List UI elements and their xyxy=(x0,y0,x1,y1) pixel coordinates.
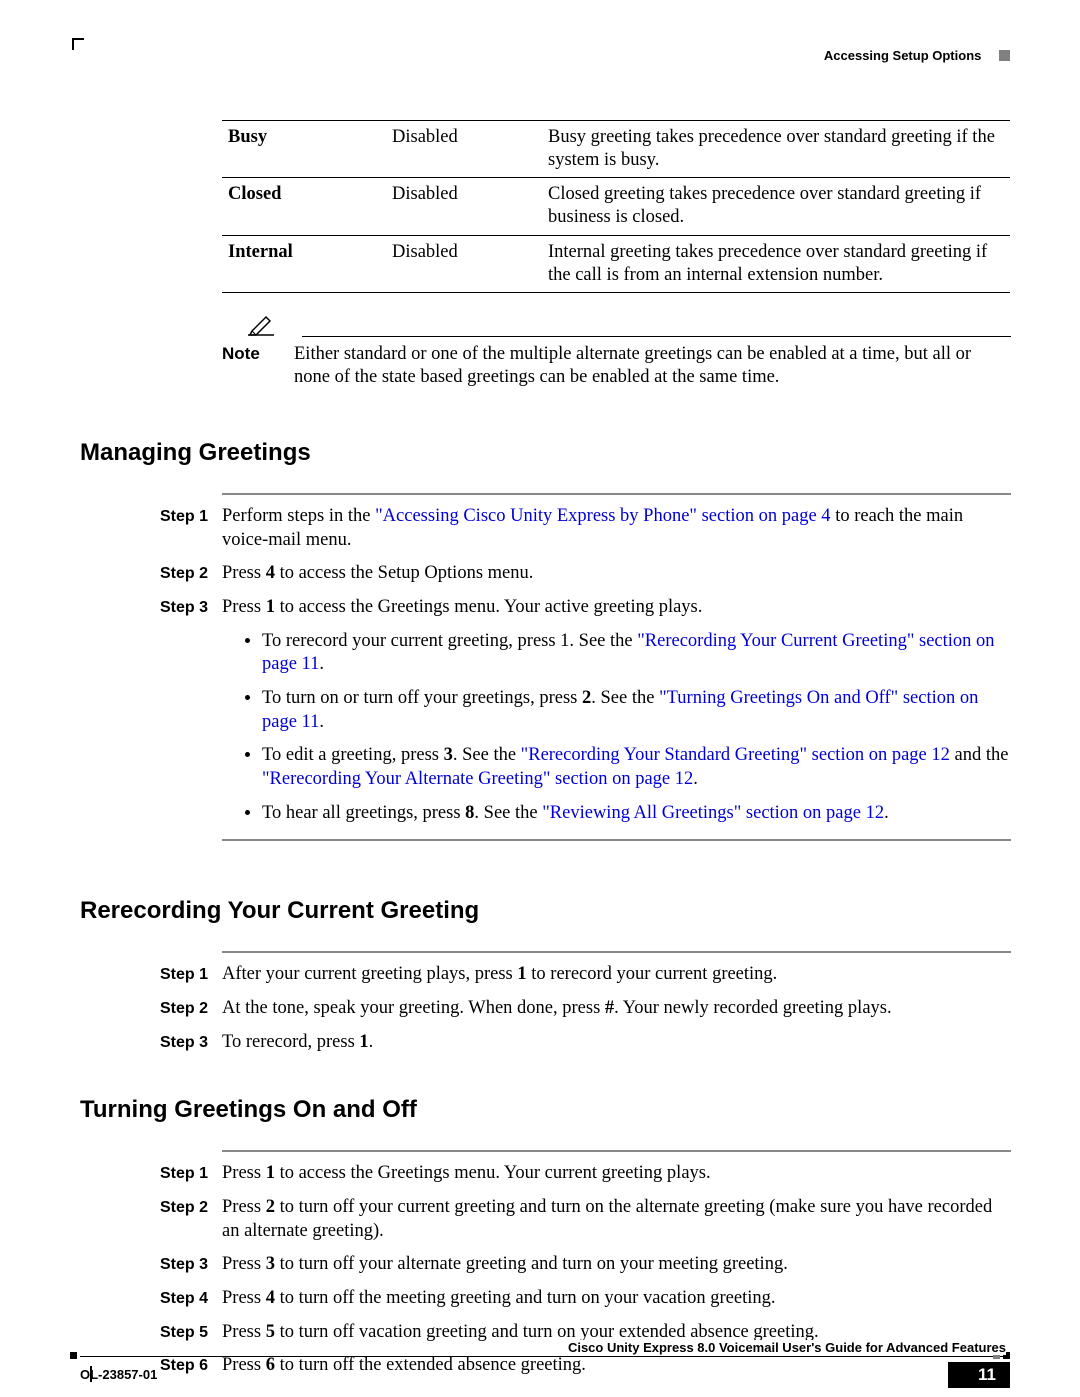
step-row: Step 4 Press 4 to turn off the meeting g… xyxy=(160,1287,1010,1311)
step-body: Press 1 to access the Greetings menu. Yo… xyxy=(222,1162,1010,1186)
link-review-all[interactable]: "Reviewing All Greetings" section on pag… xyxy=(542,803,884,823)
step-label: Step 1 xyxy=(160,1162,222,1184)
list-item: To hear all greetings, press 8. See the … xyxy=(262,802,1010,826)
step-label: Step 2 xyxy=(160,562,222,584)
link-accessing-by-phone[interactable]: "Accessing Cisco Unity Express by Phone"… xyxy=(375,506,830,526)
greeting-name: Busy xyxy=(222,121,386,178)
step-label: Step 3 xyxy=(160,596,222,618)
link-rerecord-standard[interactable]: "Rerecording Your Standard Greeting" sec… xyxy=(521,745,950,765)
step-row: Step 6 Press 6 to turn off the extended … xyxy=(160,1354,1010,1378)
greeting-state: Disabled xyxy=(386,178,542,235)
step-row: Step 1 After your current greeting plays… xyxy=(160,963,1010,987)
page-number: 11 xyxy=(948,1362,1010,1388)
table-row: Closed Disabled Closed greeting takes pr… xyxy=(222,178,1010,235)
step-body: Press 3 to turn off your alternate greet… xyxy=(222,1253,1010,1277)
step-label: Step 4 xyxy=(160,1287,222,1309)
list-item: To turn on or turn off your greetings, p… xyxy=(262,687,1010,734)
table-row: Busy Disabled Busy greeting takes preced… xyxy=(222,121,1010,178)
step-body: Perform steps in the "Accessing Cisco Un… xyxy=(222,505,1010,552)
step-row: Step 1 Perform steps in the "Accessing C… xyxy=(160,505,1010,552)
pencil-icon xyxy=(246,313,276,344)
footer-book-title: Cisco Unity Express 8.0 Voicemail User's… xyxy=(560,1340,1006,1355)
step-row: Step 3 To rerecord, press 1. xyxy=(160,1031,1010,1055)
step-row: Step 1 Press 1 to access the Greetings m… xyxy=(160,1162,1010,1186)
step-row: Step 3 Press 1 to access the Greetings m… xyxy=(160,596,1010,825)
footer-doc-number: OL-23857-01 xyxy=(80,1367,157,1382)
step-row: Step 2 Press 2 to turn off your current … xyxy=(160,1196,1010,1243)
page-footer: Cisco Unity Express 8.0 Voicemail User's… xyxy=(70,1356,1010,1357)
step-label: Step 2 xyxy=(160,997,222,1019)
greeting-state: Disabled xyxy=(386,121,542,178)
section-rule xyxy=(222,493,1011,495)
managing-steps: Step 1 Perform steps in the "Accessing C… xyxy=(160,505,1010,825)
rerecord-steps: Step 1 After your current greeting plays… xyxy=(160,963,1010,1054)
table-row: Internal Disabled Internal greeting take… xyxy=(222,235,1010,292)
step-label: Step 3 xyxy=(160,1031,222,1053)
step-row: Step 2 Press 4 to access the Setup Optio… xyxy=(160,562,1010,586)
greeting-name: Closed xyxy=(222,178,386,235)
step-body: Press 4 to access the Setup Options menu… xyxy=(222,562,1010,586)
greeting-desc: Internal greeting takes precedence over … xyxy=(542,235,1010,292)
greeting-desc: Busy greeting takes precedence over stan… xyxy=(542,121,1010,178)
running-header: Accessing Setup Options xyxy=(824,48,1010,63)
list-item: To edit a greeting, press 3. See the "Re… xyxy=(262,744,1010,791)
step-body: Press 4 to turn off the meeting greeting… xyxy=(222,1287,1010,1311)
step-body: Press 6 to turn off the extended absence… xyxy=(222,1354,1010,1378)
note-text: Either standard or one of the multiple a… xyxy=(294,343,994,389)
section-rule xyxy=(222,951,1011,953)
step-body: Press 2 to turn off your current greetin… xyxy=(222,1196,1010,1243)
step-body: After your current greeting plays, press… xyxy=(222,963,1010,987)
heading-rerecording-current: Rerecording Your Current Greeting xyxy=(80,897,1010,925)
greeting-state: Disabled xyxy=(386,235,542,292)
step-label: Step 5 xyxy=(160,1321,222,1343)
section-rule xyxy=(222,1150,1011,1152)
managing-bullets: To rerecord your current greeting, press… xyxy=(222,630,1010,826)
note-rule xyxy=(302,336,1011,337)
step-label: Step 2 xyxy=(160,1196,222,1218)
heading-managing-greetings: Managing Greetings xyxy=(80,439,1010,467)
note-label: Note xyxy=(222,343,294,364)
heading-turning-on-off: Turning Greetings On and Off xyxy=(80,1096,1010,1124)
greetings-precedence-table: Busy Disabled Busy greeting takes preced… xyxy=(222,120,1010,293)
crop-mark-top-left xyxy=(72,38,84,50)
link-rerecord-alternate[interactable]: "Rerecording Your Alternate Greeting" se… xyxy=(262,769,693,789)
greeting-name: Internal xyxy=(222,235,386,292)
list-item: To rerecord your current greeting, press… xyxy=(262,630,1010,677)
section-rule xyxy=(222,839,1011,841)
crop-mark-bottom-left xyxy=(70,1352,77,1359)
step-label: Step 1 xyxy=(160,963,222,985)
note-block: NoteEither standard or one of the multip… xyxy=(222,319,1010,389)
step-body: At the tone, speak your greeting. When d… xyxy=(222,997,1010,1021)
step-body: To rerecord, press 1. xyxy=(222,1031,1010,1055)
header-decor-box xyxy=(999,50,1010,61)
header-section-name: Accessing Setup Options xyxy=(824,48,981,63)
greeting-desc: Closed greeting takes precedence over st… xyxy=(542,178,1010,235)
step-label: Step 1 xyxy=(160,505,222,527)
step-row: Step 3 Press 3 to turn off your alternat… xyxy=(160,1253,1010,1277)
step-label: Step 3 xyxy=(160,1253,222,1275)
step-label: Step 6 xyxy=(160,1354,222,1376)
step-row: Step 2 At the tone, speak your greeting.… xyxy=(160,997,1010,1021)
step-body: Press 1 to access the Greetings menu. Yo… xyxy=(222,596,1010,825)
footer-rule xyxy=(80,1356,1010,1357)
